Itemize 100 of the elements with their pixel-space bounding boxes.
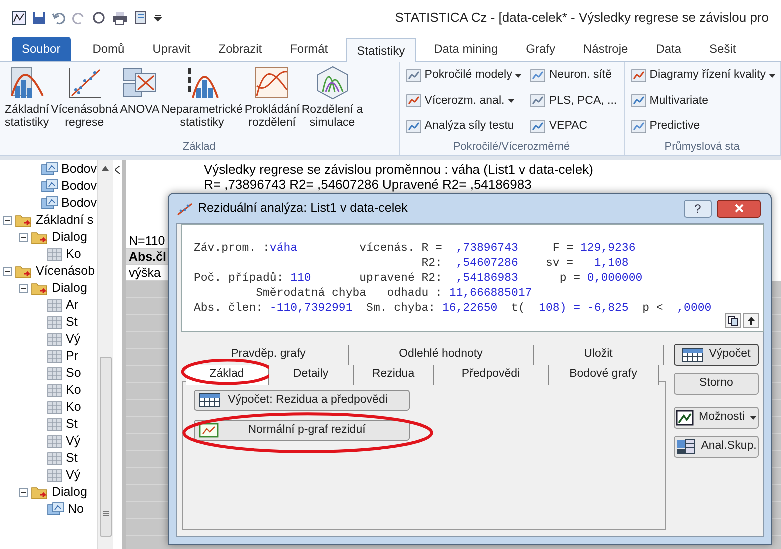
curve-fit-icon — [254, 66, 290, 100]
tree-item[interactable]: Dialog — [52, 279, 88, 298]
tool-icon — [530, 69, 546, 83]
document-icon[interactable] — [134, 11, 148, 25]
ribbon-button[interactable]: Vícenásobná regrese — [50, 66, 120, 139]
result-label: F = — [552, 241, 575, 256]
caret-icon — [508, 99, 515, 104]
ribbon-button[interactable]: Vícerozm. anal. — [406, 91, 522, 112]
ribbon-tab[interactable]: Upravit — [142, 37, 201, 61]
tree-item[interactable]: Ar — [66, 296, 78, 315]
ribbon-tab[interactable]: Statistiky — [346, 38, 416, 62]
result-label: upravené R2: — [358, 271, 444, 286]
tree-item[interactable]: Pr — [66, 347, 78, 366]
collapse-icon[interactable] — [19, 488, 28, 497]
tree-item[interactable]: St — [66, 415, 78, 434]
tree-item[interactable]: So — [66, 364, 82, 383]
action-button[interactable]: Výpočet: Rezidua a předpovědi — [194, 390, 410, 411]
ribbon-button[interactable]: Predictive — [630, 116, 776, 137]
tool-icon — [630, 120, 647, 134]
ribbon-tab[interactable]: Data — [646, 37, 692, 61]
ribbon-tab[interactable]: Formát — [280, 37, 338, 61]
tree-item[interactable]: Vý — [66, 330, 81, 349]
tree-item[interactable]: No — [68, 500, 84, 519]
expand-button[interactable] — [743, 313, 759, 328]
tree-item[interactable]: Vý — [66, 466, 81, 485]
dialog-button[interactable]: Anal.Skup. — [674, 436, 759, 458]
tree-item[interactable]: Ko — [66, 245, 82, 264]
dialog-tab[interactable]: Bodové grafy — [549, 364, 659, 385]
ribbon-tab[interactable]: Grafy — [516, 37, 566, 61]
dialog-button[interactable]: Možnosti — [674, 407, 759, 429]
spreadsheet-icon — [47, 316, 63, 330]
close-button[interactable] — [717, 200, 761, 218]
tree-item[interactable]: Dialog — [52, 228, 88, 247]
action-button[interactable]: Normální p-graf reziduí — [194, 420, 410, 441]
ribbon-button[interactable]: ANOVA — [119, 66, 161, 139]
result-label: t( — [510, 301, 526, 316]
spreadsheet-icon — [47, 332, 63, 346]
ribbon-tab[interactable]: Soubor — [12, 37, 71, 61]
result-value: ,73896743 — [456, 241, 518, 256]
collapse-icon[interactable] — [19, 284, 28, 293]
ribbon-button[interactable]: Prokládání rozdělení — [244, 66, 301, 139]
customize-caret-icon[interactable] — [154, 14, 162, 22]
tree-item[interactable]: Bodov — [62, 177, 97, 196]
print-icon[interactable] — [112, 11, 128, 25]
ribbon-button[interactable]: Pokročilé modely — [406, 66, 522, 86]
ribbon-button[interactable]: VEPAC — [530, 116, 618, 137]
histogram-icon — [9, 66, 46, 100]
spreadsheet-icon — [47, 468, 63, 482]
help-button[interactable]: ? — [684, 200, 712, 218]
tree-item[interactable]: Bodov — [62, 194, 97, 213]
ribbon-group-label: Základ — [182, 140, 217, 155]
ribbon-button[interactable]: Analýza síly testu — [406, 116, 522, 137]
folder-icon — [15, 214, 33, 228]
simulation-icon — [314, 66, 351, 100]
tree-item[interactable]: St — [66, 313, 78, 332]
ribbon-button[interactable]: Rozdělení a simulace — [300, 66, 364, 139]
dialog-tab[interactable]: Rezidua — [354, 364, 434, 385]
ribbon-tab[interactable]: Zobrazit — [208, 37, 272, 61]
caret-icon — [750, 416, 758, 420]
scroll-up-icon[interactable] — [102, 166, 109, 171]
ribbon-tab[interactable]: Domů — [82, 37, 135, 61]
result-label: p < — [642, 301, 664, 316]
collapse-icon[interactable] — [3, 216, 12, 225]
result-summary-line: Výsledky regrese se závislou proměnnou : váha (List1 v data-celek) — [204, 162, 594, 177]
dialog-title: Reziduální analýza: List1 v data-celek — [198, 200, 408, 218]
dialog-button[interactable]: Výpočet — [674, 344, 759, 366]
tree-item[interactable]: Základní s — [36, 211, 94, 230]
scrollbar-thumb[interactable] — [100, 357, 112, 537]
dialog-tab[interactable]: Detaily — [269, 364, 354, 385]
ribbon-button[interactable]: Multivariate — [630, 91, 776, 112]
folder-icon — [31, 486, 49, 500]
collapse-icon[interactable] — [3, 267, 12, 276]
result-label: R2: — [420, 256, 444, 271]
ribbon-tab[interactable]: Nástroje — [574, 37, 638, 61]
result-value: 11,666885017 — [449, 286, 532, 301]
ribbon-button[interactable]: Neuron. sítě — [530, 66, 618, 86]
tree-item[interactable]: Dialog — [52, 483, 88, 502]
tree-item[interactable]: St — [66, 449, 78, 468]
ribbon-button[interactable]: Základní statistiky — [4, 66, 50, 139]
ribbon-tab[interactable]: Sešit — [700, 37, 746, 61]
save-icon[interactable] — [32, 11, 46, 25]
dialog-tab[interactable]: Předpovědi — [434, 364, 549, 385]
tree-item[interactable]: Vý — [66, 432, 81, 451]
tree-item[interactable]: Ko — [66, 381, 82, 400]
ribbon-button[interactable]: PLS, PCA, ... — [530, 91, 618, 112]
ribbon-button[interactable]: Diagramy řízení kvality — [630, 66, 776, 86]
tree-item[interactable]: Bodov — [62, 160, 97, 179]
result-value: ,0000 — [677, 301, 712, 316]
undo-icon[interactable] — [52, 11, 66, 25]
collapse-panel-icon[interactable] — [115, 166, 120, 174]
collapse-icon[interactable] — [19, 233, 28, 242]
ribbon-button[interactable]: Neparametrické statistiky — [160, 66, 244, 139]
result-label: vícenás. R = — [358, 241, 444, 256]
tree-item[interactable]: Vícenásob — [36, 262, 96, 281]
result-label: sv = — [544, 256, 575, 271]
copy-button[interactable] — [725, 313, 741, 328]
ribbon-tab[interactable]: Data mining — [424, 37, 508, 61]
tree-item[interactable]: Ko — [66, 398, 82, 417]
dialog-button[interactable]: Storno — [674, 373, 759, 395]
ribbon-group-label: Pokročilé/Vícerozměrné — [452, 140, 572, 155]
